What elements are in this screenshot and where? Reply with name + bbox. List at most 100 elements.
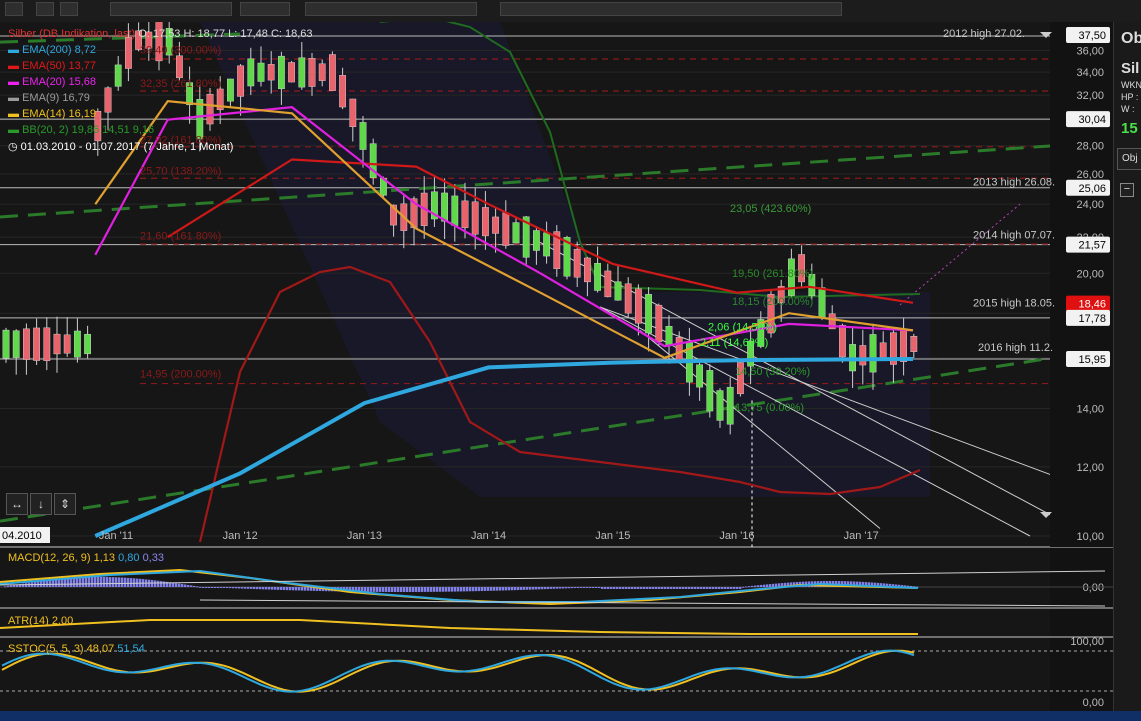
fib-green-label: 2,06 (14,50%)	[708, 321, 777, 333]
candle-body	[706, 370, 714, 412]
chart-area[interactable]: 36,0034,0032,0030,0028,0026,0024,0022,00…	[0, 22, 1113, 712]
toolbar-field[interactable]	[500, 2, 842, 16]
toolbar-field[interactable]	[240, 2, 290, 16]
macd-histogram-bar	[292, 587, 295, 591]
candle-body	[114, 64, 122, 87]
candle-body	[63, 334, 71, 354]
pan-horizontal-button[interactable]: ↔	[6, 493, 28, 515]
macd-histogram-bar	[262, 587, 265, 590]
macd-histogram-bar	[400, 587, 403, 592]
macd-histogram-bar	[643, 587, 646, 589]
macd-histogram-bar	[46, 580, 49, 587]
macd-histogram-bar	[715, 587, 718, 589]
macd-histogram-bar	[709, 587, 712, 589]
collapse-button[interactable]: −	[1120, 183, 1134, 197]
candle-body	[665, 326, 673, 346]
macd-histogram-bar	[712, 587, 715, 589]
legend-indicator-row: ▬ EMA(50) 13,77	[8, 60, 96, 72]
macd-histogram-bar	[604, 587, 607, 589]
time-tick-label: Jan '11	[99, 530, 133, 542]
macd-histogram-bar	[175, 583, 178, 587]
legend-swatch: ▬	[8, 108, 23, 120]
candle-body	[543, 232, 551, 257]
macd-histogram-bar	[241, 587, 244, 589]
macd-histogram-bar	[595, 587, 598, 588]
candle-body	[308, 58, 316, 87]
time-tick-label: Jan '13	[347, 530, 382, 542]
macd-histogram-bar	[364, 587, 367, 592]
macd-histogram-bar	[52, 579, 55, 587]
toolbar-field[interactable]	[110, 2, 232, 16]
macd-histogram-bar	[250, 587, 253, 589]
macd-histogram-bar	[298, 587, 301, 591]
macd-histogram-bar	[172, 582, 175, 587]
candle-body	[512, 222, 520, 244]
candle-body	[869, 334, 877, 373]
legend-swatch: ▬	[8, 44, 23, 56]
macd-histogram-bar	[43, 580, 46, 587]
macd-histogram-bar	[748, 586, 751, 588]
macd-histogram-bar	[655, 587, 658, 589]
legend-indicator-row: ▬ EMA(20) 15,68	[8, 76, 96, 88]
legend-indicator-row: ▬ EMA(14) 16,19	[8, 108, 96, 120]
macd-histogram-bar	[163, 581, 166, 587]
macd-histogram-bar	[397, 587, 400, 592]
macd-histogram-bar	[727, 587, 730, 589]
time-tick-label: Jan '12	[223, 530, 258, 542]
candle-body	[645, 294, 653, 334]
macd-histogram-bar	[403, 587, 406, 592]
macd-histogram-bar	[682, 587, 685, 589]
macd-histogram-bar	[556, 587, 559, 589]
legend-indicator-row: ▬ EMA(9) 16,79	[8, 92, 90, 104]
candle-body	[461, 200, 469, 228]
fib-label: 14,95 (200.00%)	[140, 369, 221, 381]
macd-histogram-bar	[493, 587, 496, 591]
price-tick-label: 34,00	[1076, 67, 1104, 79]
price-tick-label: 32,00	[1076, 90, 1104, 102]
toolbar-button[interactable]	[36, 2, 54, 16]
macd-histogram-bar	[184, 584, 187, 587]
fib-label: 25,70 (138.20%)	[140, 165, 221, 177]
candle-body	[533, 230, 540, 251]
object-button[interactable]: Obj	[1117, 148, 1141, 170]
toolbar-field[interactable]	[305, 2, 477, 16]
macd-histogram-bar	[640, 587, 643, 589]
macd-histogram-bar	[445, 587, 448, 592]
macd-histogram-bar	[58, 579, 61, 587]
fib-green-label: 13,75 (0.00%)	[735, 402, 804, 414]
candle-body	[482, 207, 489, 237]
macd-histogram-bar	[592, 587, 595, 588]
macd-histogram-bar	[367, 587, 370, 592]
instrument-side-panel: Ob Sil WKN HP : W : 15 Obj −	[1113, 22, 1141, 712]
high-annotation: 2014 high 07.07.	[973, 229, 1055, 241]
macd-histogram-bar	[424, 587, 427, 592]
macd-axis-label: 0,00	[1083, 582, 1104, 594]
candle-body	[247, 58, 255, 87]
macd-histogram-bar	[238, 587, 241, 589]
macd-histogram-bar	[289, 587, 292, 591]
toolbar-button[interactable]	[60, 2, 78, 16]
macd-histogram-bar	[679, 587, 682, 589]
macd-histogram-bar	[751, 585, 754, 587]
macd-histogram-bar	[745, 586, 748, 588]
macd-histogram-bar	[724, 587, 727, 589]
macd-histogram-bar	[742, 586, 745, 588]
macd-histogram-bar	[190, 585, 193, 587]
download-button[interactable]: ↓	[30, 493, 52, 515]
macd-histogram-bar	[706, 587, 709, 589]
price-tick-label: 10,00	[1076, 531, 1104, 543]
macd-histogram-bar	[505, 587, 508, 591]
expand-button[interactable]: ⇕	[54, 493, 76, 515]
macd-histogram-bar	[721, 587, 724, 589]
macd-histogram-bar	[478, 587, 481, 592]
candle-body	[12, 330, 20, 358]
macd-histogram-bar	[124, 577, 127, 587]
macd-histogram-bar	[685, 587, 688, 589]
macd-label: MACD(12, 26, 9) 1,13 0,80 0,33	[8, 552, 164, 564]
toolbar-button[interactable]	[5, 2, 23, 16]
macd-histogram-bar	[154, 580, 157, 587]
macd-histogram-bar	[286, 587, 289, 591]
candle-body	[73, 330, 81, 358]
candle-body	[675, 337, 683, 361]
macd-histogram-bar	[64, 578, 67, 587]
